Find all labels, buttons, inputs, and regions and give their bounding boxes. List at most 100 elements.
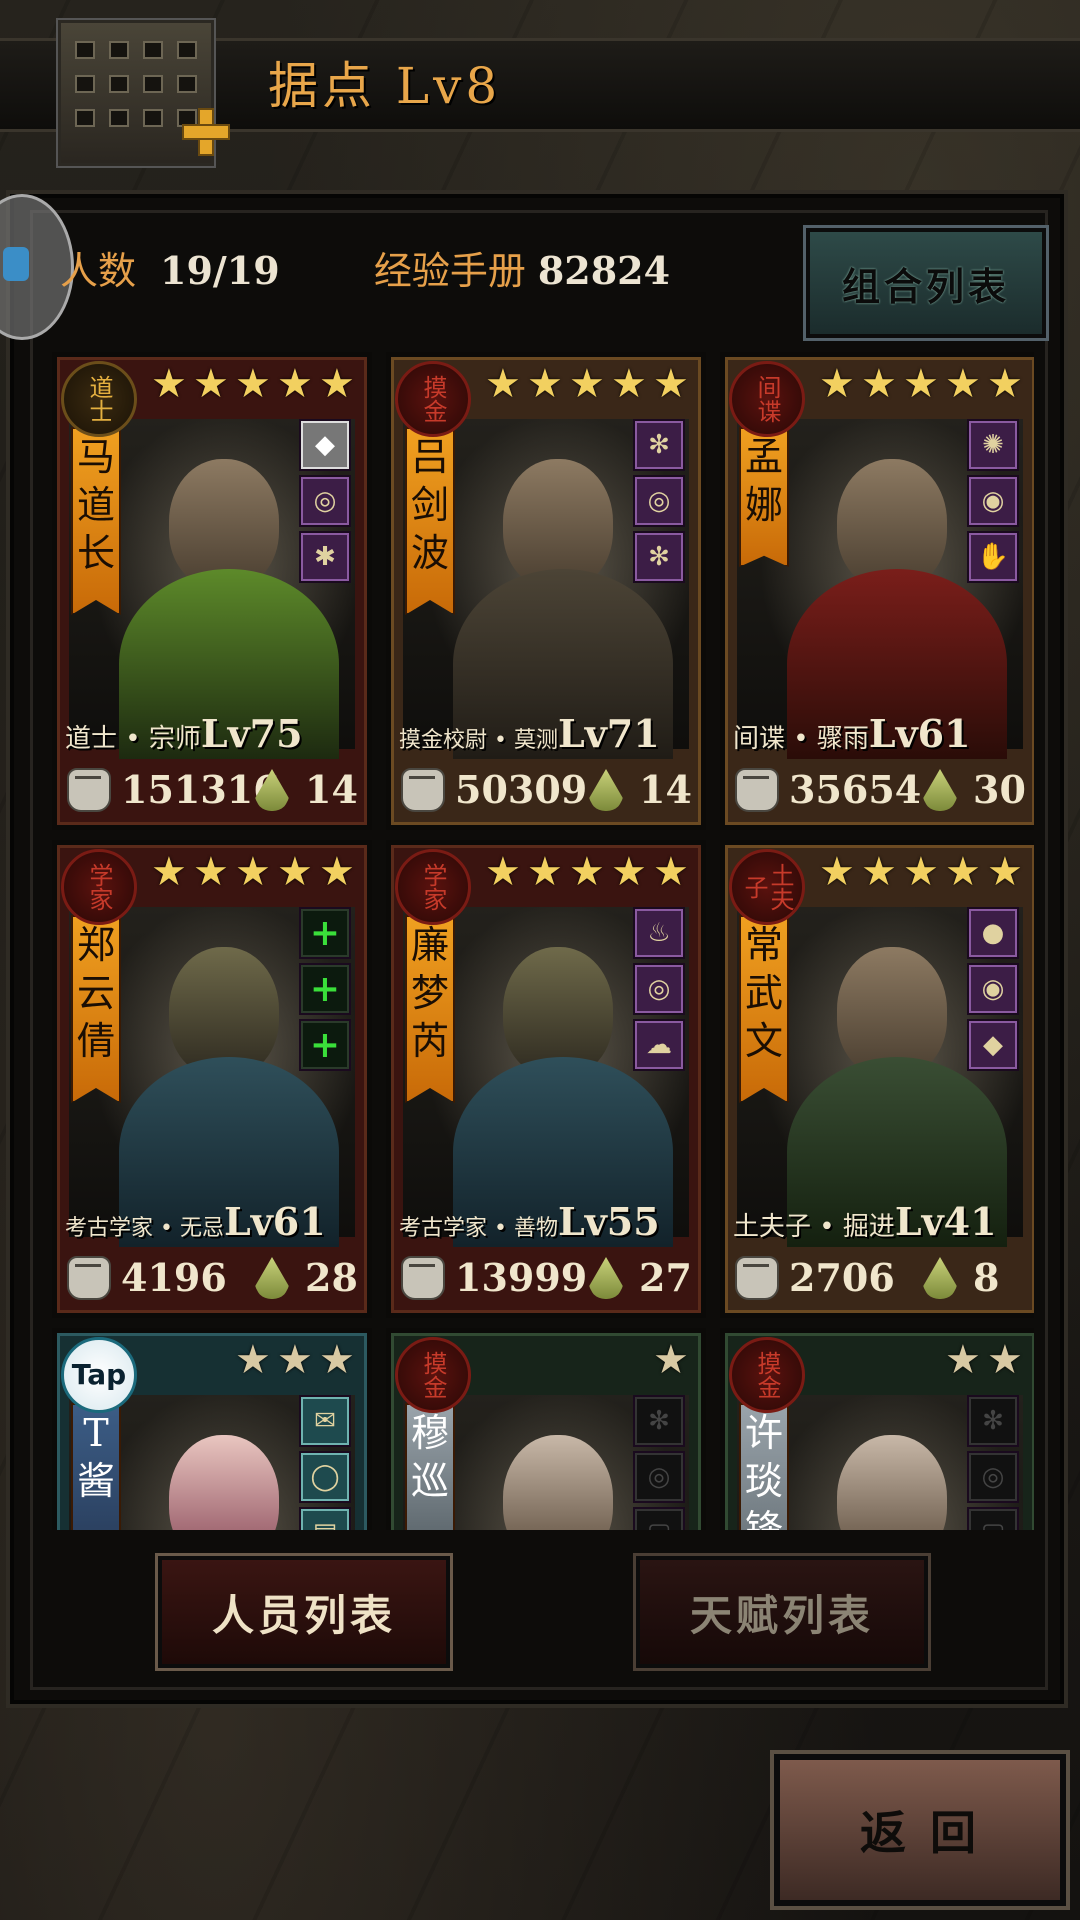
- star-icon: ★: [277, 361, 313, 407]
- equipment-slot[interactable]: ♨: [633, 907, 685, 959]
- character-name: 常武文: [739, 915, 789, 1103]
- star-icon: ★: [485, 361, 521, 407]
- power-value: 35654: [789, 767, 922, 812]
- add-equipment-button[interactable]: +: [299, 907, 351, 959]
- plus-icon[interactable]: [182, 108, 230, 156]
- level: Lv41: [894, 1199, 997, 1244]
- star-rating: ★: [653, 1340, 691, 1380]
- star-icon: ★: [861, 361, 897, 407]
- character-card[interactable]: ★ 穆巡 摸金 ✻ ◎ ▢: [386, 1328, 706, 1530]
- equipment-slot[interactable]: ◎: [633, 475, 685, 527]
- character-card[interactable]: ★ ★ ★ ★ ★ 廉梦芮 学家 ♨ ◎ ☁ 考古学家 • 善物Lv55 13999 2…: [386, 840, 706, 1318]
- class-level-line: 考古学家 • 无忌Lv61: [65, 1199, 361, 1244]
- character-card[interactable]: ★★ 许琰锋 摸金 ✻ ◎ ▢: [720, 1328, 1034, 1530]
- star-icon: ★: [569, 849, 605, 895]
- equipment-slot[interactable]: ✻: [633, 419, 685, 471]
- exp-label: 经验手册: [373, 249, 526, 293]
- class-seal: 学家: [61, 849, 137, 925]
- equipment-slot[interactable]: ◆: [967, 1019, 1019, 1071]
- star-rating: ★ ★ ★ ★ ★: [485, 849, 691, 895]
- star-icon: ★: [527, 361, 563, 407]
- star-rating: ★ ★ ★ ★ ★: [819, 361, 1025, 407]
- header: 据点 Lv8: [0, 20, 1080, 166]
- people-list-button[interactable]: 人员列表: [158, 1556, 450, 1668]
- power-stat: 50309: [401, 767, 587, 812]
- equipment-slot[interactable]: ◉: [967, 475, 1019, 527]
- star-icon: ★: [861, 849, 897, 895]
- equipment-slot[interactable]: ✋: [967, 531, 1019, 583]
- level: Lv61: [223, 1199, 326, 1244]
- class-level-line: 摸金校尉 • 莫测Lv71: [399, 711, 695, 756]
- equipment-slot[interactable]: ◎: [633, 963, 685, 1015]
- star-icon: ★: [319, 361, 355, 407]
- star-icon: ★: [945, 1337, 981, 1383]
- class-level-line: 考古学家 • 善物Lv55: [399, 1199, 695, 1244]
- character-card[interactable]: ★ ★ ★ ★ ★ 孟娜 间谍 ✺ ◉ ✋ 间谍 • 骤雨Lv61 35654 30: [720, 352, 1034, 830]
- star-icon: ★: [987, 849, 1023, 895]
- drop-icon: [255, 1257, 289, 1299]
- equipment-slot[interactable]: ✱: [299, 531, 351, 583]
- class-level-line: 土夫子 • 掘进Lv41: [733, 1199, 1029, 1244]
- equipment-slot[interactable]: ◉: [967, 963, 1019, 1015]
- equipment-slot[interactable]: ◯: [299, 1451, 351, 1503]
- equipment-slot[interactable]: ◎: [299, 475, 351, 527]
- character-card[interactable]: ★ ★ ★ ★ ★ 郑云倩 学家 + + + 考古学家 • 无忌Lv61 4196 28: [52, 840, 372, 1318]
- star-icon: ★: [945, 849, 981, 895]
- equipment-slot[interactable]: ✺: [967, 419, 1019, 471]
- equipment-slot[interactable]: ✉: [299, 1395, 351, 1447]
- class-title: 土夫子 • 掘进: [733, 1212, 895, 1242]
- star-rating: ★ ★ ★ ★ ★: [151, 361, 357, 407]
- add-equipment-button[interactable]: +: [299, 1019, 351, 1071]
- fist-icon: [67, 1255, 111, 1300]
- drop-value: 27: [639, 1255, 692, 1300]
- character-card[interactable]: ★★★ T酱 Tap ✉ ◯ ▤: [52, 1328, 372, 1530]
- character-name: 孟娜: [739, 427, 789, 567]
- talent-list-button[interactable]: 天赋列表: [636, 1556, 928, 1668]
- star-icon: ★: [277, 849, 313, 895]
- character-card[interactable]: ★ ★ ★ ★ ★ 常武文 土夫子 ● ◉ ◆ 土夫子 • 掘进Lv41 2706 8: [720, 840, 1034, 1318]
- equipment-slot[interactable]: ✻: [967, 1395, 1019, 1447]
- add-equipment-button[interactable]: +: [299, 963, 351, 1015]
- equipment-slot[interactable]: ✻: [633, 1395, 685, 1447]
- power-value: 2706: [789, 1255, 895, 1300]
- star-icon: ★: [319, 1337, 355, 1383]
- character-card[interactable]: ★ ★ ★ ★ ★ 吕剑波 摸金 ✻ ◎ ✻ 摸金校尉 • 莫测Lv71 50309 1…: [386, 352, 706, 830]
- equipment-slot[interactable]: ▢: [633, 1507, 685, 1530]
- equipment-slot[interactable]: ◎: [967, 1451, 1019, 1503]
- level: Lv61: [868, 711, 971, 756]
- star-icon: ★: [193, 849, 229, 895]
- star-icon: ★: [319, 849, 355, 895]
- star-icon: ★: [569, 361, 605, 407]
- star-icon: ★: [151, 361, 187, 407]
- class-title: 考古学家 • 无忌: [65, 1216, 224, 1241]
- equipment-slot[interactable]: ◎: [633, 1451, 685, 1503]
- star-icon: ★: [235, 849, 271, 895]
- people-count: 19/19: [160, 248, 280, 293]
- character-grid: ★ ★ ★ ★ ★ 马道长 道士 ◆ ◎ ✱ 道士 • 宗师Lv75 151316 14…: [52, 352, 1034, 1530]
- drop-icon: [923, 1257, 957, 1299]
- equipment-slot[interactable]: ●: [967, 907, 1019, 959]
- equipment-slot[interactable]: ▤: [299, 1507, 351, 1530]
- drop-value: 14: [639, 767, 692, 812]
- class-seal: 摸金: [729, 1337, 805, 1413]
- fist-icon: [401, 767, 445, 812]
- star-icon: ★: [485, 849, 521, 895]
- equipment-slot[interactable]: ✻: [633, 531, 685, 583]
- character-card[interactable]: ★ ★ ★ ★ ★ 马道长 道士 ◆ ◎ ✱ 道士 • 宗师Lv75 151316 14: [52, 352, 372, 830]
- star-icon: ★: [819, 361, 855, 407]
- drop-icon: [923, 769, 957, 811]
- star-icon: ★: [151, 849, 187, 895]
- fist-icon: [735, 1255, 779, 1300]
- exp-count: 82824: [537, 248, 671, 293]
- combo-list-button[interactable]: 组合列表: [806, 228, 1046, 338]
- back-button[interactable]: 返 回: [774, 1754, 1066, 1906]
- power-stat: 151316: [67, 767, 280, 812]
- star-icon: ★: [945, 361, 981, 407]
- equipment-slot[interactable]: ▢: [967, 1507, 1019, 1530]
- equipment-slot[interactable]: ☁: [633, 1019, 685, 1071]
- star-icon: ★: [611, 361, 647, 407]
- character-name: 马道长: [71, 427, 121, 615]
- equipment-slot[interactable]: ◆: [299, 419, 351, 471]
- character-name: 穆巡: [405, 1403, 455, 1530]
- class-level-line: 道士 • 宗师Lv75: [65, 711, 361, 756]
